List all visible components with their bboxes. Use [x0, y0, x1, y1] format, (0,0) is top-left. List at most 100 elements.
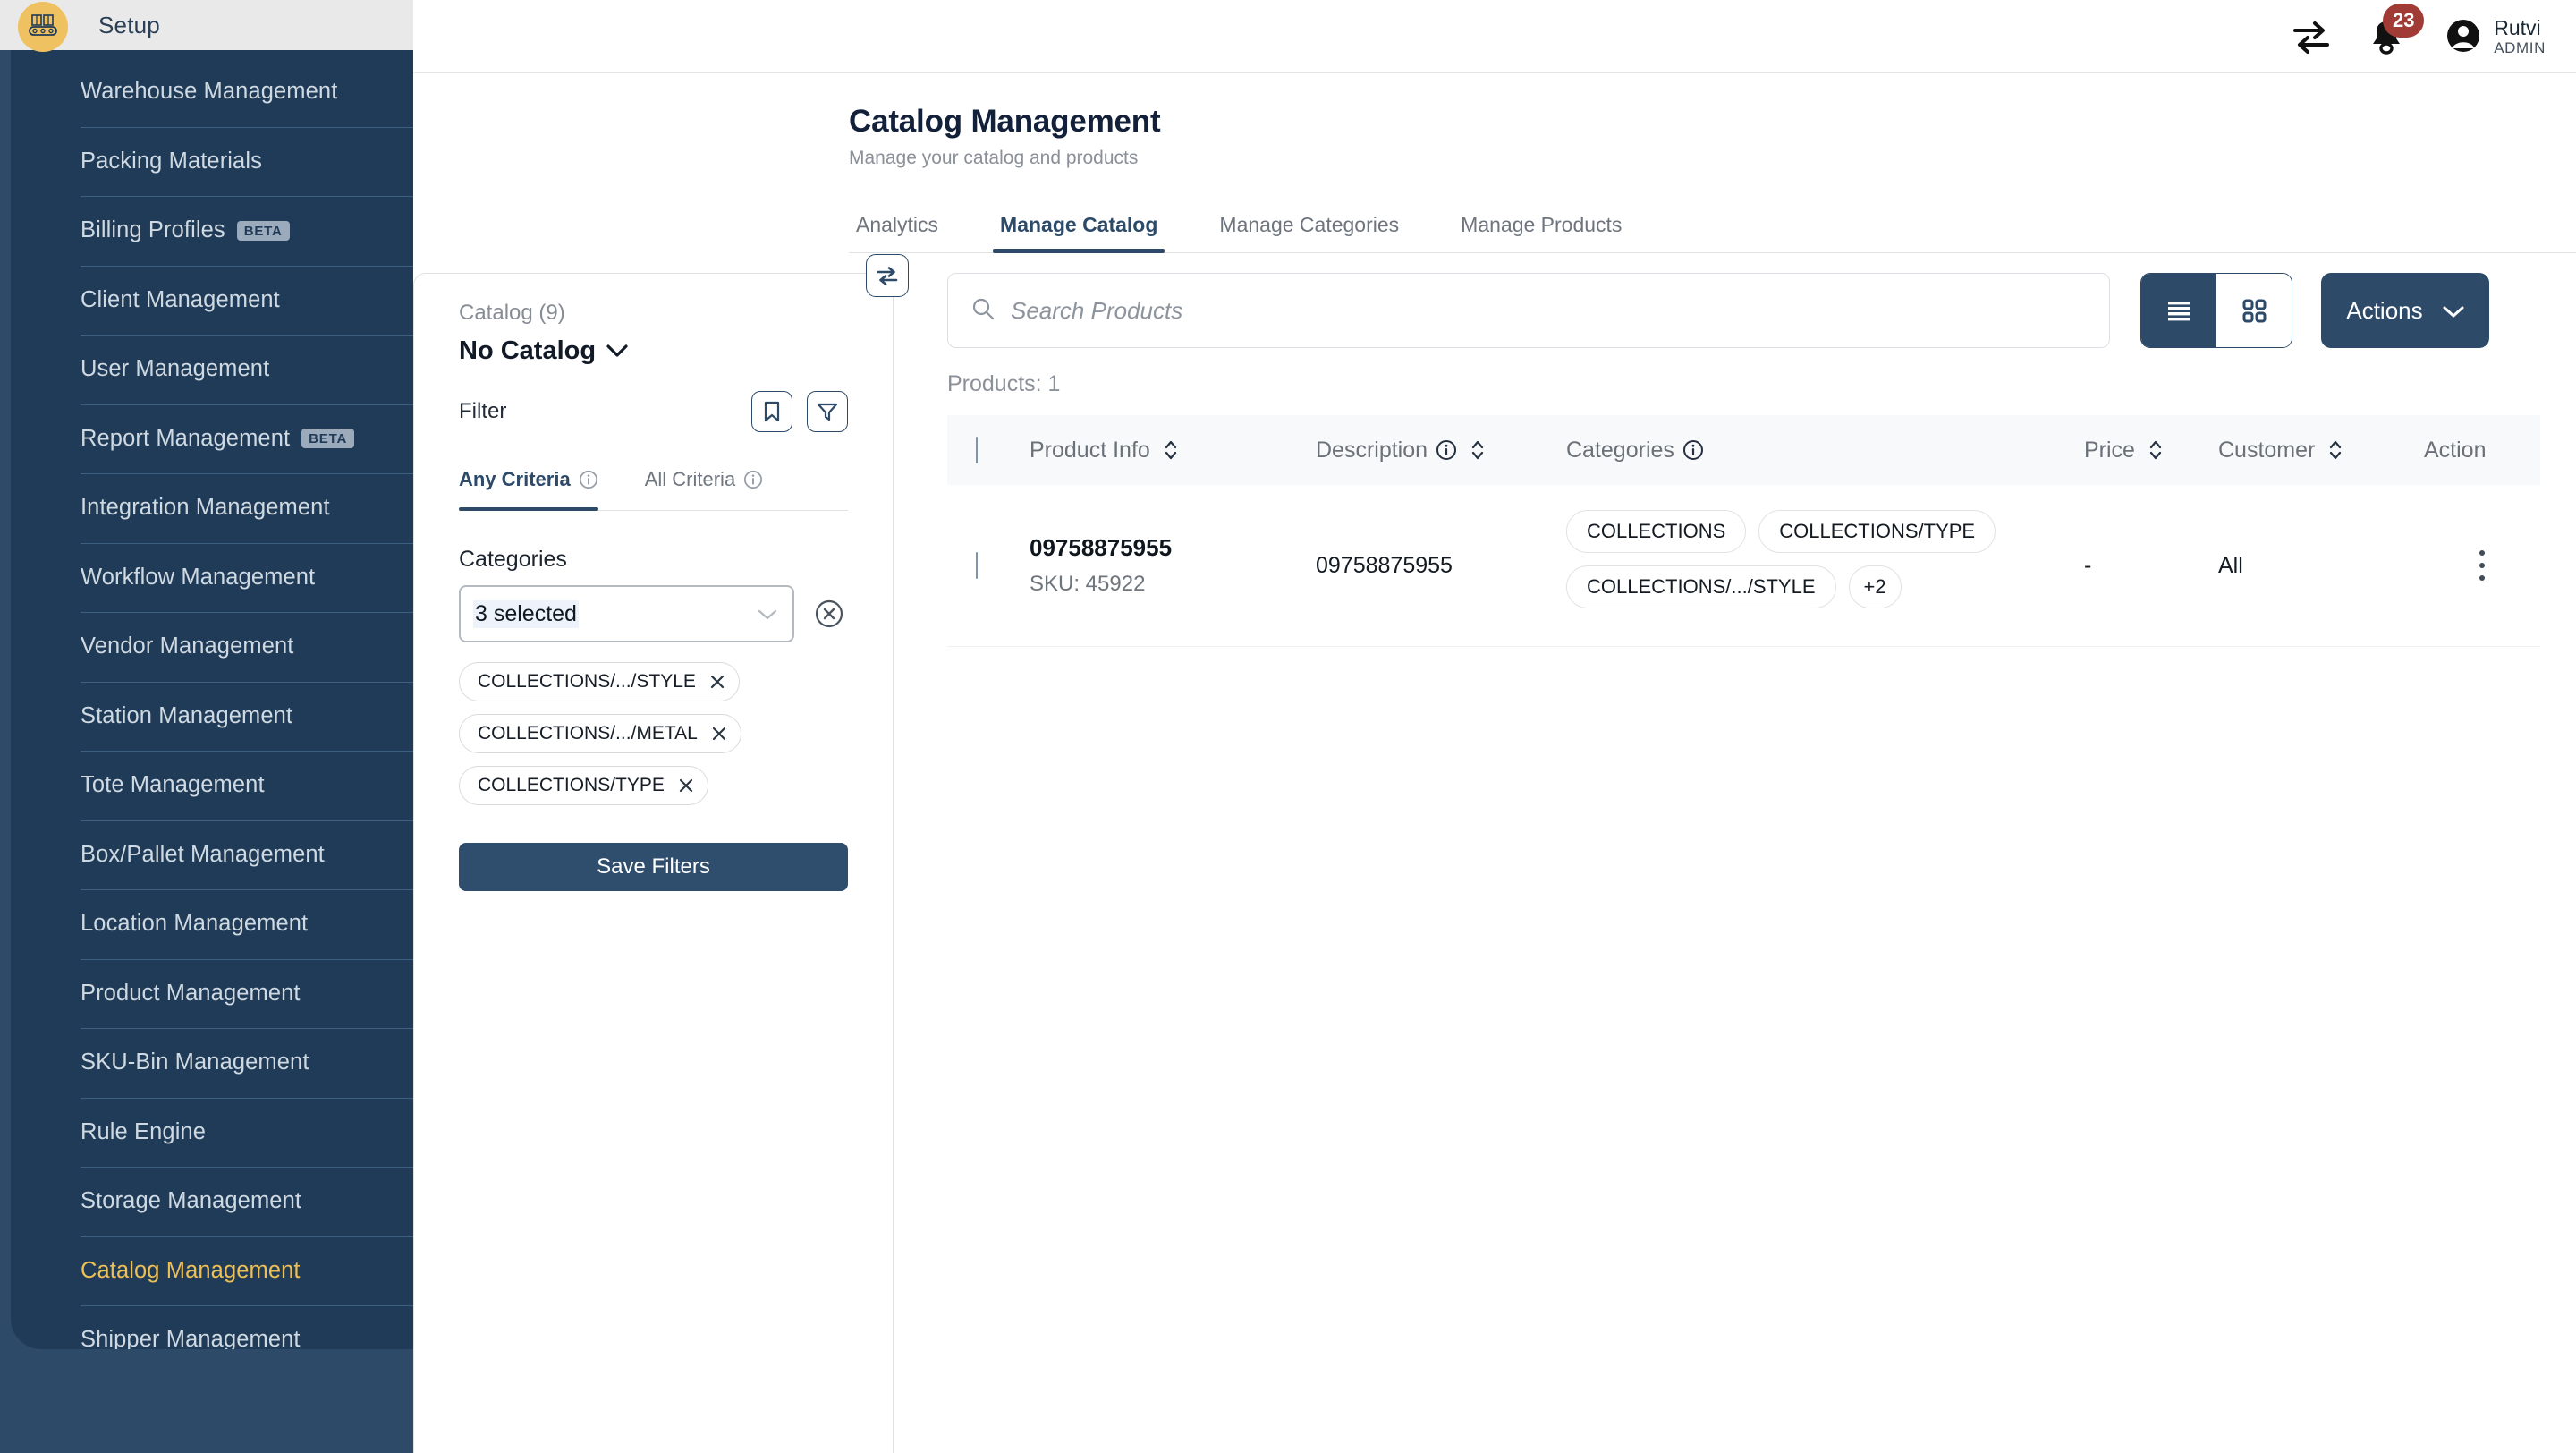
app-root: Setup Warehouse Management Packing Materi… [0, 0, 2576, 1453]
filter-column: Catalog (9) No Catalog Filter [413, 253, 897, 1453]
filter-chip: COLLECTIONS/.../STYLE [459, 662, 740, 701]
sidebar-item-label: SKU-Bin Management [80, 1049, 309, 1075]
filter-actions-row: Filter [459, 391, 848, 432]
sidebar-item-billing-profiles[interactable]: Billing ProfilesBETA [11, 196, 413, 266]
th-description[interactable]: Description [1316, 415, 1566, 485]
sidebar-item-sku-bin-management[interactable]: SKU-Bin Management [11, 1028, 413, 1098]
categories-multiselect[interactable]: 3 selected [459, 585, 794, 642]
setup-header: Setup [0, 0, 413, 50]
sidebar-item-product-management[interactable]: Product Management [11, 959, 413, 1029]
sidebar-item-box-pallet-management[interactable]: Box/Pallet Management [11, 820, 413, 890]
table-row[interactable]: 09758875955SKU: 4592209758875955COLLECTI… [947, 485, 2540, 647]
list-view-icon[interactable] [2141, 274, 2216, 347]
funnel-filter-icon[interactable] [807, 391, 848, 432]
tab-manage-catalog[interactable]: Manage Catalog [993, 213, 1165, 252]
sidebar-item-label: Product Management [80, 981, 301, 1007]
sidebar-item-tote-management[interactable]: Tote Management [11, 751, 413, 820]
criteria-tab-all-criteria[interactable]: All Criteria [645, 463, 763, 510]
products-toolbar: Actions [947, 273, 2540, 348]
tab-manage-categories[interactable]: Manage Categories [1212, 213, 1406, 252]
clear-circle-x-icon[interactable] [814, 599, 844, 629]
criteria-tab-label: All Criteria [645, 468, 735, 491]
user-avatar-icon [2445, 18, 2481, 54]
tab-analytics[interactable]: Analytics [849, 213, 945, 252]
content-area: Catalog (9) No Catalog Filter [413, 253, 2576, 1453]
sidebar-item-shipper-management[interactable]: Shipper Management [11, 1305, 413, 1349]
sidebar-item-label: Vendor Management [80, 633, 293, 659]
product-name: 09758875955 [1030, 534, 1316, 562]
filter-label: Filter [459, 399, 506, 424]
th-price[interactable]: Price [2084, 415, 2218, 485]
actions-button[interactable]: Actions [2321, 273, 2489, 348]
category-chip: COLLECTIONS [1566, 510, 1746, 553]
sidebar-item-packing-materials[interactable]: Packing Materials [11, 127, 413, 197]
filter-chip: COLLECTIONS/TYPE [459, 766, 708, 805]
user-role: ADMIN [2494, 39, 2546, 57]
sidebar-item-label: Shipper Management [80, 1327, 301, 1349]
products-table-body: 09758875955SKU: 4592209758875955COLLECTI… [947, 485, 2540, 647]
categories-select-row: 3 selected [459, 585, 848, 642]
info-circle-icon [1436, 439, 1457, 461]
sidebar-item-user-management[interactable]: User Management [11, 335, 413, 404]
chevron-down-icon [596, 336, 629, 366]
product-price-cell: - [2084, 485, 2218, 647]
row-checkbox[interactable] [976, 552, 978, 579]
sidebar-item-workflow-management[interactable]: Workflow Management [11, 543, 413, 613]
criteria-tab-any-criteria[interactable]: Any Criteria [459, 463, 598, 510]
th-customer-label: Customer [2218, 438, 2315, 463]
close-x-icon[interactable] [708, 673, 726, 691]
row-select-cell [947, 485, 1030, 647]
categories-selected-value: 3 selected [473, 600, 579, 628]
user-name: Rutvi [2494, 16, 2546, 39]
main-area: 23 Rutvi ADMIN Catalog Management Manage… [413, 0, 2576, 1453]
sidebar-item-integration-management[interactable]: Integration Management [11, 473, 413, 543]
th-action: Action [2424, 415, 2540, 485]
tab-manage-products[interactable]: Manage Products [1453, 213, 1629, 252]
close-x-icon[interactable] [677, 777, 695, 794]
th-customer[interactable]: Customer [2218, 415, 2424, 485]
page-title: Catalog Management [849, 104, 2576, 140]
page-subtitle: Manage your catalog and products [849, 148, 2576, 169]
sidebar-item-location-management[interactable]: Location Management [11, 889, 413, 959]
products-table-head: Product Info Description [947, 415, 2540, 485]
sidebar-item-client-management[interactable]: Client Management [11, 266, 413, 336]
notifications-bell[interactable]: 23 [2368, 18, 2404, 55]
topbar: 23 Rutvi ADMIN [413, 0, 2576, 73]
filter-chip-label: COLLECTIONS/TYPE [478, 775, 665, 796]
sort-arrows-icon [1470, 438, 1486, 462]
sidebar-item-report-management[interactable]: Report ManagementBETA [11, 404, 413, 474]
sidebar-item-storage-management[interactable]: Storage Management [11, 1167, 413, 1236]
th-product-info[interactable]: Product Info [1030, 415, 1316, 485]
select-all-checkbox[interactable] [976, 437, 978, 463]
sidebar-item-label: Report Management [80, 426, 290, 452]
sidebar-item-station-management[interactable]: Station Management [11, 682, 413, 752]
close-x-icon[interactable] [710, 725, 728, 743]
product-description-cell: 09758875955 [1316, 485, 1566, 647]
actions-button-label: Actions [2346, 297, 2422, 325]
filter-chip-label: COLLECTIONS/.../METAL [478, 723, 698, 744]
user-menu[interactable]: Rutvi ADMIN [2445, 16, 2546, 57]
product-sku: SKU: 45922 [1030, 572, 1316, 597]
page-header: Catalog Management Manage your catalog a… [413, 73, 2576, 169]
search-input[interactable] [1011, 297, 2086, 325]
criteria-tabs: Any Criteria All Criteria [459, 463, 848, 511]
sidebar-item-warehouse-management[interactable]: Warehouse Management [11, 57, 413, 127]
sidebar-item-rule-engine[interactable]: Rule Engine [11, 1098, 413, 1168]
products-table: Product Info Description [947, 415, 2540, 647]
catalog-selector[interactable]: No Catalog [459, 336, 848, 366]
save-filters-button[interactable]: Save Filters [459, 843, 848, 891]
sidebar-item-label: Warehouse Management [80, 79, 337, 105]
bookmark-icon[interactable] [751, 391, 792, 432]
transfer-arrows-icon[interactable] [2292, 19, 2331, 55]
beta-badge: BETA [237, 221, 290, 241]
search-box[interactable] [947, 273, 2110, 348]
sidebar-item-label: Rule Engine [80, 1119, 206, 1145]
sidebar-item-catalog-management[interactable]: Catalog Management [11, 1236, 413, 1306]
sidebar-item-label: Location Management [80, 911, 308, 937]
sidebar-item-label: Station Management [80, 703, 292, 729]
sidebar-item-vendor-management[interactable]: Vendor Management [11, 612, 413, 682]
collapse-panel-arrows-icon[interactable] [866, 254, 909, 297]
kebab-menu-icon[interactable] [2424, 548, 2540, 582]
grid-view-icon[interactable] [2216, 274, 2292, 347]
sidebar-item-label: Tote Management [80, 772, 265, 798]
